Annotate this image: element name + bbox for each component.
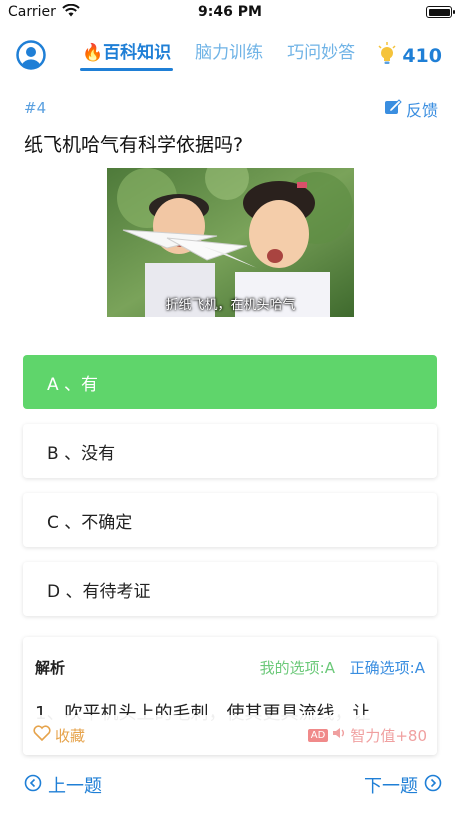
prev-question-button[interactable]: 上一题 bbox=[24, 772, 102, 798]
option-d[interactable]: D 、有待考证 bbox=[23, 562, 437, 616]
question-text: 纸飞机哈气有科学依据吗? bbox=[24, 134, 244, 156]
chevron-left-circle-icon bbox=[24, 774, 42, 797]
tab-encyclopedia[interactable]: 🔥百科知识 bbox=[80, 36, 174, 71]
heart-icon bbox=[33, 725, 51, 745]
reward-label: 智力值+80 bbox=[350, 726, 427, 745]
battery-icon bbox=[426, 6, 455, 18]
feedback-label: 反馈 bbox=[405, 101, 438, 120]
favorite-label: 收藏 bbox=[55, 726, 86, 745]
ad-badge: AD bbox=[307, 728, 329, 742]
question-number: #4 bbox=[24, 99, 47, 117]
carrier-label: Carrier bbox=[8, 4, 56, 20]
question-image: 折纸飞机，在机头哈气 bbox=[107, 168, 354, 317]
analysis-card: 解析 我的选项:A 正确选项:A 1、吹平机头上的毛刺，使其更具流线，让 收藏 … bbox=[23, 637, 437, 755]
top-nav: 🔥百科知识 脑力训练 巧问妙答 410 bbox=[0, 36, 460, 76]
analysis-actions: 收藏 AD 智力值+80 bbox=[23, 715, 437, 755]
score-display[interactable]: 410 bbox=[378, 42, 442, 70]
next-question-button[interactable]: 下一题 bbox=[364, 772, 442, 798]
chevron-right-circle-icon bbox=[424, 774, 442, 797]
prev-label: 上一题 bbox=[48, 776, 102, 797]
reward-button[interactable]: AD 智力值+80 bbox=[307, 725, 427, 746]
edit-icon bbox=[384, 98, 402, 120]
wifi-icon bbox=[62, 3, 80, 21]
tab-clever-qa[interactable]: 巧问妙答 bbox=[285, 36, 357, 71]
tab-brain-training[interactable]: 脑力训练 bbox=[193, 36, 265, 71]
favorite-button[interactable]: 收藏 bbox=[33, 725, 85, 746]
speaker-icon bbox=[332, 726, 346, 744]
feedback-button[interactable]: 反馈 bbox=[384, 97, 438, 121]
user-avatar-icon[interactable] bbox=[16, 40, 46, 70]
lightbulb-icon bbox=[378, 42, 396, 70]
correct-choice-label: 正确选项:A bbox=[349, 659, 425, 677]
status-left: Carrier bbox=[8, 3, 80, 21]
image-caption: 折纸飞机，在机头哈气 bbox=[165, 298, 296, 313]
option-b[interactable]: B 、没有 bbox=[23, 424, 437, 478]
category-tabs: 🔥百科知识 脑力训练 巧问妙答 bbox=[80, 36, 357, 71]
next-label: 下一题 bbox=[364, 776, 418, 797]
option-a[interactable]: A 、有 bbox=[23, 355, 437, 409]
score-value: 410 bbox=[402, 45, 442, 67]
analysis-title: 解析 bbox=[35, 659, 66, 677]
status-bar: Carrier 9:46 PM bbox=[0, 0, 460, 24]
option-c[interactable]: C 、不确定 bbox=[23, 493, 437, 547]
my-choice-label: 我的选项:A bbox=[259, 659, 335, 677]
